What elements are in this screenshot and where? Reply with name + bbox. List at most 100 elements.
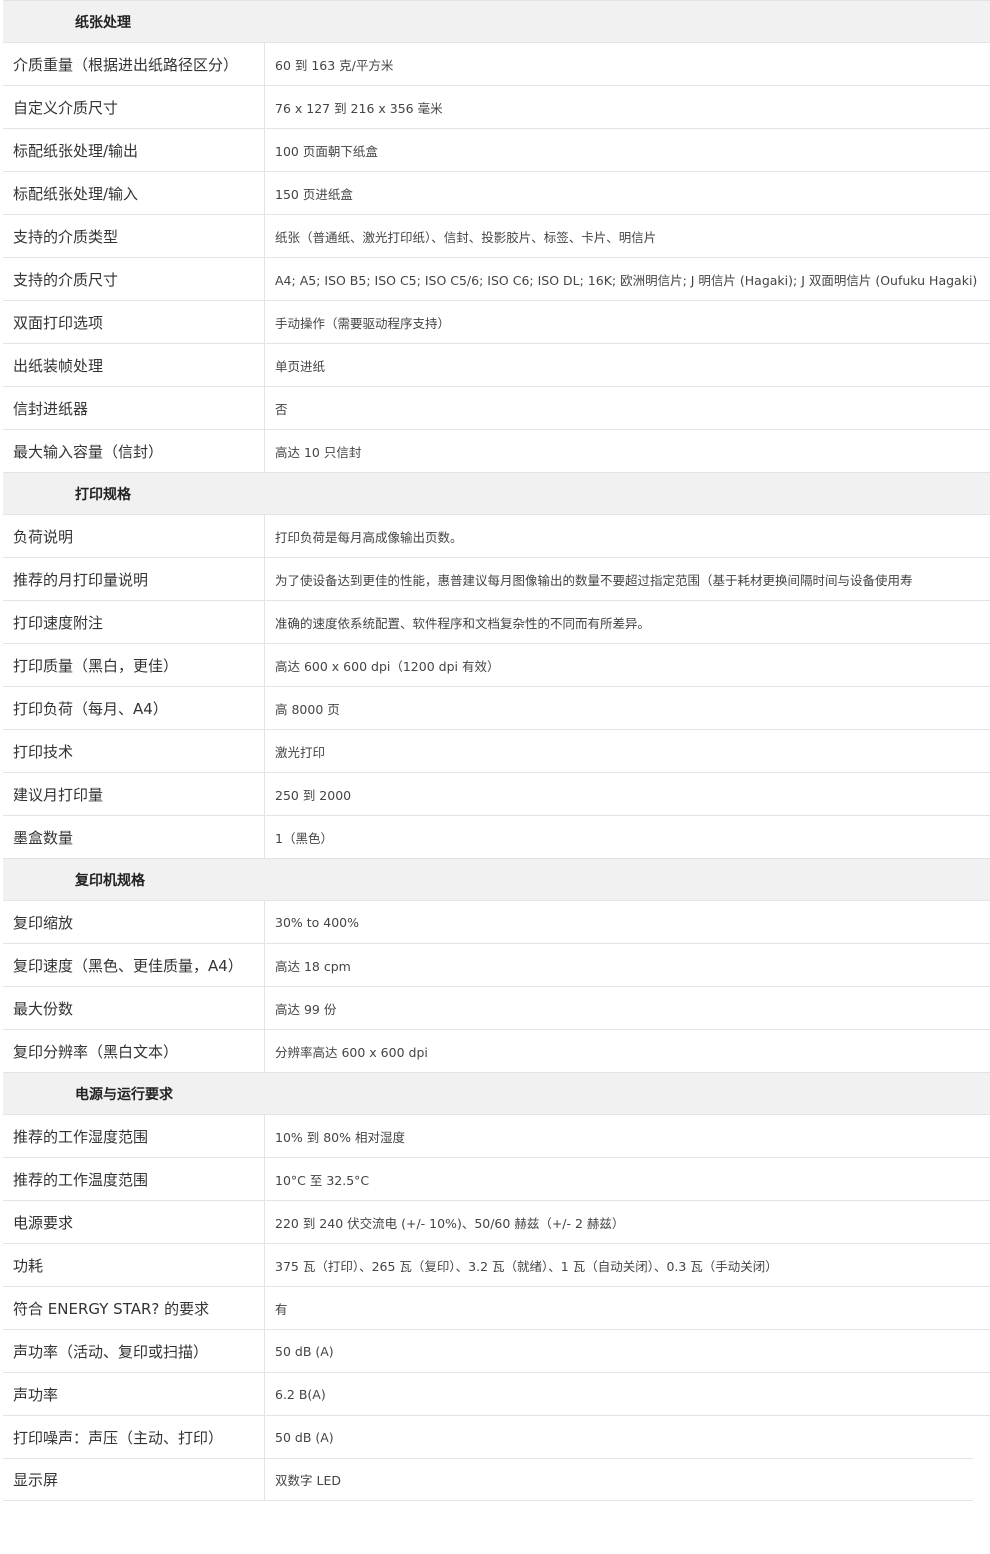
section-header: 纸张处理: [3, 0, 990, 42]
spec-label: 复印缩放: [3, 901, 265, 943]
spec-value: 纸张（普通纸、激光打印纸）、信封、投影胶片、标签、卡片、明信片: [275, 229, 657, 245]
section-header: 复印机规格: [3, 858, 990, 900]
spec-label: 打印质量（黑白，更佳）: [3, 644, 265, 686]
spec-row: 信封进纸器否: [3, 386, 990, 429]
spec-row: 声功率（活动、复印或扫描） 50 dB (A): [3, 1329, 990, 1372]
spec-label: 功耗: [3, 1244, 265, 1286]
spec-label: 复印速度（黑色、更佳质量，A4）: [3, 944, 265, 986]
spec-row: 自定义介质尺寸 76 x 127 到 216 x 356 毫米: [3, 85, 990, 128]
spec-value: 高达 600 x 600 dpi（1200 dpi 有效）: [275, 658, 500, 674]
spec-label: 打印噪声：声压（主动、打印）: [3, 1416, 265, 1458]
spec-label: 信封进纸器: [3, 387, 265, 429]
spec-value: 分辨率高达 600 x 600 dpi: [275, 1044, 428, 1060]
spec-label: 电源要求: [3, 1201, 265, 1243]
spec-row: 打印质量（黑白，更佳） 高达 600 x 600 dpi（1200 dpi 有效）: [3, 643, 990, 686]
spec-table: 纸张处理 介质重量（根据进出纸路径区分） 60 到 163 克/平方米 自定义介质尺寸…: [3, 0, 990, 1501]
spec-label: 显示屏: [3, 1459, 265, 1500]
spec-value: 高 8000 页: [275, 701, 340, 717]
spec-label: 双面打印选项: [3, 301, 265, 343]
spec-row: 打印速度附注 准确的速度依系统配置、软件程序和文档复杂性的不同而有所差异。: [3, 600, 990, 643]
spec-row: 推荐的工作温度范围 10°C 至 32.5°C: [3, 1157, 990, 1200]
spec-row: 支持的介质尺寸 A4; A5; ISO B5; ISO C5; ISO C5/6;…: [3, 257, 990, 300]
spec-value: 双数字 LED: [275, 1473, 341, 1488]
spec-label: 自定义介质尺寸: [3, 86, 265, 128]
spec-value: 10% 到 80% 相对湿度: [275, 1129, 405, 1145]
spec-label: 支持的介质尺寸: [3, 258, 265, 300]
spec-row: 最大份数 高达 99 份: [3, 986, 990, 1029]
spec-value: 6.2 B(A): [275, 1386, 326, 1402]
spec-value: 有: [275, 1301, 288, 1317]
section-title: 电源与运行要求: [75, 1086, 173, 1103]
spec-row: 墨盒数量 1（黑色）: [3, 815, 990, 858]
spec-label: 标配纸张处理/输出: [3, 129, 265, 171]
spec-row: 电源要求 220 到 240 伏交流电 (+/- 10%)、50/60 赫兹（+/…: [3, 1200, 990, 1243]
spec-value: 50 dB (A): [275, 1429, 334, 1445]
spec-row: 复印速度（黑色、更佳质量，A4） 高达 18 cpm: [3, 943, 990, 986]
spec-value: 高达 10 只信封: [275, 444, 362, 460]
spec-value: 150 页进纸盒: [275, 186, 353, 202]
spec-value: 10°C 至 32.5°C: [275, 1172, 370, 1188]
spec-value: 为了使设备达到更佳的性能，惠普建议每月图像输出的数量不要超过指定范围（基于耗材更…: [275, 572, 913, 588]
spec-value: 手动操作（需要驱动程序支持）: [275, 315, 451, 331]
spec-row: 最大输入容量（信封） 高达 10 只信封: [3, 429, 990, 472]
spec-value: 否: [275, 401, 288, 417]
spec-value: 250 到 2000: [275, 787, 352, 803]
spec-row: 双面打印选项 手动操作（需要驱动程序支持）: [3, 300, 990, 343]
spec-row: 负荷说明 打印负荷是每月高成像输出页数。: [3, 514, 990, 557]
spec-label: 符合 ENERGY STAR? 的要求: [3, 1287, 265, 1329]
section-title: 打印规格: [75, 486, 131, 503]
spec-row: 声功率 6.2 B(A): [3, 1372, 990, 1415]
spec-row: 介质重量（根据进出纸路径区分） 60 到 163 克/平方米: [3, 42, 990, 85]
spec-row: 建议月打印量 250 到 2000: [3, 772, 990, 815]
spec-value: 76 x 127 到 216 x 356 毫米: [275, 100, 443, 116]
spec-label: 墨盒数量: [3, 816, 265, 858]
spec-label: 声功率（活动、复印或扫描）: [3, 1330, 265, 1372]
spec-value: 准确的速度依系统配置、软件程序和文档复杂性的不同而有所差异。: [275, 615, 651, 631]
spec-value: 1（黑色）: [275, 830, 333, 846]
spec-row: 推荐的工作湿度范围 10% 到 80% 相对湿度: [3, 1114, 990, 1157]
spec-label: 负荷说明: [3, 515, 265, 557]
spec-row: 打印噪声：声压（主动、打印） 50 dB (A): [3, 1415, 990, 1458]
spec-row: 标配纸张处理/输入 150 页进纸盒: [3, 171, 990, 214]
spec-row: 复印缩放 30% to 400%: [3, 900, 990, 943]
spec-label: 标配纸张处理/输入: [3, 172, 265, 214]
spec-label: 介质重量（根据进出纸路径区分）: [3, 43, 265, 85]
spec-value: 220 到 240 伏交流电 (+/- 10%)、50/60 赫兹（+/- 2 …: [275, 1215, 625, 1231]
spec-value: 100 页面朝下纸盒: [275, 143, 378, 159]
spec-label: 声功率: [3, 1373, 265, 1415]
spec-label: 最大份数: [3, 987, 265, 1029]
spec-value: 30% to 400%: [275, 914, 360, 930]
spec-label: 推荐的工作湿度范围: [3, 1115, 265, 1157]
section-header: 打印规格: [3, 472, 990, 514]
spec-label: 建议月打印量: [3, 773, 265, 815]
spec-value: 高达 18 cpm: [275, 958, 351, 974]
spec-row: 打印技术 激光打印: [3, 729, 990, 772]
spec-label: 打印负荷（每月、A4）: [3, 687, 265, 729]
spec-row: 出纸装帧处理 单页进纸: [3, 343, 990, 386]
section-header: 电源与运行要求: [3, 1072, 990, 1114]
spec-value: A4; A5; ISO B5; ISO C5; ISO C5/6; ISO C6…: [275, 272, 978, 288]
spec-value: 50 dB (A): [275, 1343, 334, 1359]
spec-value: 60 到 163 克/平方米: [275, 57, 394, 73]
spec-value: 375 瓦（打印）、265 瓦（复印）、3.2 瓦（就绪）、1 瓦（自动关闭）、…: [275, 1258, 778, 1274]
spec-label: 出纸装帧处理: [3, 344, 265, 386]
spec-row: 打印负荷（每月、A4） 高 8000 页: [3, 686, 990, 729]
spec-value: 激光打印: [275, 744, 326, 760]
spec-row: 功耗 375 瓦（打印）、265 瓦（复印）、3.2 瓦（就绪）、1 瓦（自动关闭…: [3, 1243, 990, 1286]
spec-row: 支持的介质类型 纸张（普通纸、激光打印纸）、信封、投影胶片、标签、卡片、明信片: [3, 214, 990, 257]
spec-label: 复印分辨率（黑白文本）: [3, 1030, 265, 1072]
spec-value: 单页进纸: [275, 358, 326, 374]
spec-label: 打印技术: [3, 730, 265, 772]
spec-label: 最大输入容量（信封）: [3, 430, 265, 472]
spec-label: 打印速度附注: [3, 601, 265, 643]
section-title: 纸张处理: [75, 14, 131, 31]
section-title: 复印机规格: [75, 872, 145, 889]
spec-row: 显示屏 双数字 LED: [3, 1458, 973, 1501]
spec-value: 高达 99 份: [275, 1001, 337, 1017]
spec-label: 推荐的工作温度范围: [3, 1158, 265, 1200]
spec-label: 支持的介质类型: [3, 215, 265, 257]
spec-row: 推荐的月打印量说明 为了使设备达到更佳的性能，惠普建议每月图像输出的数量不要超过指…: [3, 557, 990, 600]
spec-row: 标配纸张处理/输出 100 页面朝下纸盒: [3, 128, 990, 171]
spec-label: 推荐的月打印量说明: [3, 558, 265, 600]
spec-row: 符合 ENERGY STAR? 的要求有: [3, 1286, 990, 1329]
